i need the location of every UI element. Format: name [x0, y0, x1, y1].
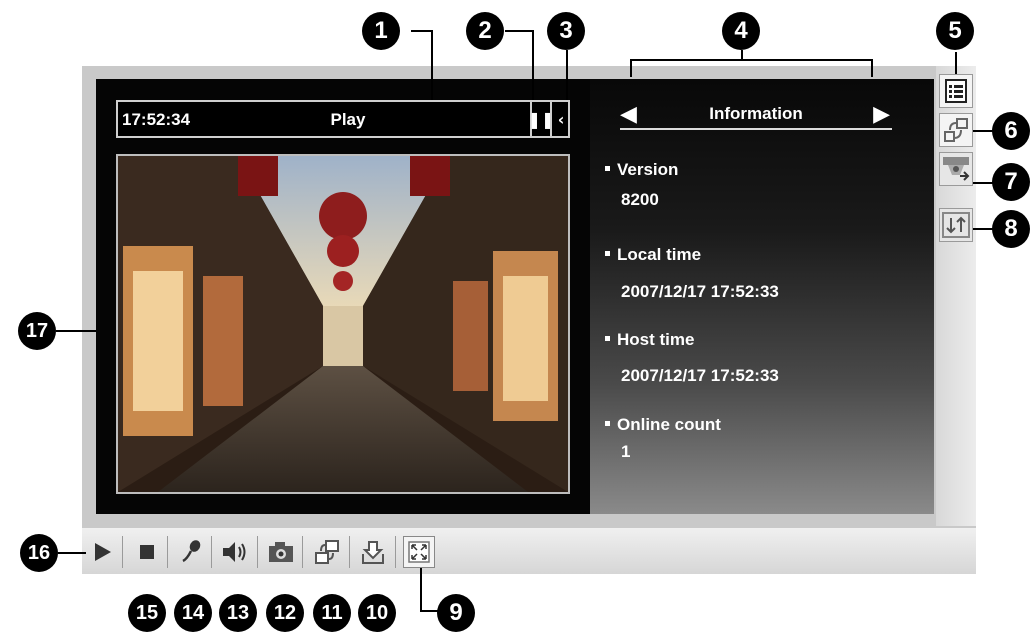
callout-line [431, 30, 433, 100]
toolbar-divider [167, 536, 168, 568]
callout-line [630, 59, 873, 61]
callout-6: 6 [992, 112, 1030, 150]
callout-1: 1 [362, 12, 400, 50]
callout-10: 10 [358, 594, 396, 632]
online-count-value: 1 [621, 442, 631, 461]
video-status: Play [330, 110, 366, 129]
toolbar-divider [211, 536, 212, 568]
fullscreen-icon[interactable] [403, 536, 435, 568]
digital-output-icon[interactable] [939, 113, 973, 147]
callout-line [420, 610, 438, 612]
callout-15: 15 [128, 594, 166, 632]
callout-4: 4 [722, 12, 760, 50]
callout-12: 12 [266, 594, 304, 632]
callout-3: 3 [547, 12, 585, 50]
callout-line [630, 59, 632, 77]
chevron-left-icon[interactable]: ‹ [550, 102, 570, 136]
host-time-value: 2007/12/17 17:52:33 [621, 366, 779, 385]
speaker-icon[interactable] [219, 536, 251, 568]
callout-line [58, 552, 86, 554]
callout-line [973, 228, 993, 230]
callout-16: 16 [20, 534, 58, 572]
window-switch-icon[interactable] [311, 536, 343, 568]
version-label: Version [605, 160, 678, 180]
callout-line [532, 30, 534, 100]
video-status-bar: 17:52:34 Play ❚❚ ‹ [116, 100, 570, 138]
callout-line [566, 50, 568, 100]
online-count-label: Online count [605, 415, 721, 435]
local-time-value: 2007/12/17 17:52:33 [621, 282, 779, 301]
arcade-scene-image [118, 156, 568, 492]
information-title: Information [709, 104, 803, 123]
ptz-camera-icon[interactable] [939, 152, 973, 186]
callout-13: 13 [219, 594, 257, 632]
callout-line [871, 59, 873, 77]
pause-icon[interactable]: ❚❚ [528, 102, 554, 136]
local-time-label: Local time [605, 245, 701, 265]
toolbar-divider [395, 536, 396, 568]
callout-17: 17 [18, 312, 56, 350]
callout-line [420, 568, 422, 612]
callout-line [411, 30, 433, 32]
toolbar-divider [122, 536, 123, 568]
callout-line [505, 30, 533, 32]
callout-11: 11 [313, 594, 351, 632]
callout-line [973, 130, 993, 132]
version-value: 8200 [621, 190, 659, 209]
live-video[interactable] [116, 154, 570, 494]
callout-7: 7 [992, 163, 1030, 201]
callout-8: 8 [992, 210, 1030, 248]
toolbar-divider [302, 536, 303, 568]
video-time: 17:52:34 [122, 110, 191, 129]
callout-line [56, 330, 96, 332]
play-icon[interactable] [86, 536, 118, 568]
callout-line [973, 182, 993, 184]
microphone-icon[interactable] [175, 536, 207, 568]
host-time-label: Host time [605, 330, 694, 350]
playback-toolbar [82, 528, 976, 574]
download-icon[interactable] [357, 536, 389, 568]
toolbar-divider [257, 536, 258, 568]
callout-14: 14 [174, 594, 212, 632]
list-icon[interactable] [939, 74, 973, 108]
stop-icon[interactable] [131, 536, 163, 568]
callout-5: 5 [936, 12, 974, 50]
callout-line [955, 52, 957, 74]
triangle-right-icon[interactable]: ▶ [873, 102, 890, 127]
toolbar-divider [349, 536, 350, 568]
callout-2: 2 [466, 12, 504, 50]
snapshot-icon[interactable] [265, 536, 297, 568]
transfer-icon[interactable] [939, 208, 973, 242]
information-header: ◀ Information ▶ [620, 100, 892, 130]
callout-9: 9 [437, 594, 475, 632]
